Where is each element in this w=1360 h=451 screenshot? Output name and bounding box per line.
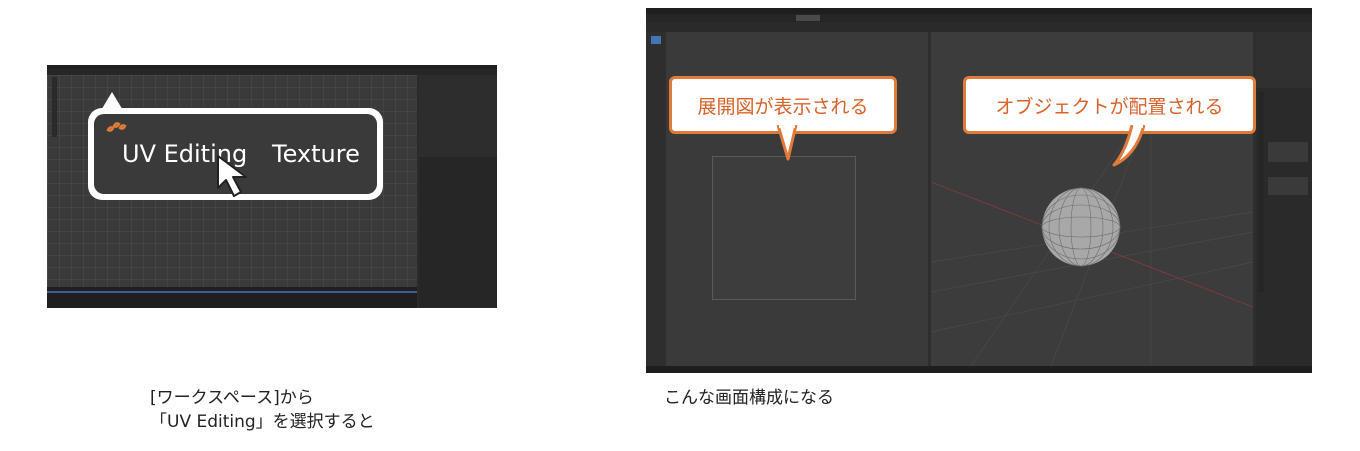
left-caption-line2: 「UV Editing」を選択すると: [150, 412, 375, 432]
uv-editing-tab-active[interactable]: [796, 15, 820, 21]
uv-toolbar: [648, 32, 664, 366]
right-blender-screenshot: [646, 8, 1312, 373]
texture-tab-label[interactable]: Texture: [272, 140, 360, 168]
object-callout-text: オブジェクトが配置される: [995, 95, 1224, 118]
properties-panel: [419, 157, 497, 307]
workspace-tab-callout: UV Editing Texture: [88, 108, 383, 200]
uv-callout-tail: [776, 125, 798, 161]
object-callout: オブジェクトが配置される: [963, 76, 1256, 134]
sphere-object[interactable]: [1041, 187, 1121, 267]
outliner: [419, 75, 497, 157]
right-caption: こんな画面構成になる: [664, 388, 834, 408]
uv-image-bounds: [712, 156, 856, 300]
header-bar: [646, 22, 1312, 32]
timeline: [47, 287, 417, 308]
object-callout-tail: [1112, 125, 1146, 167]
menu-bar: [646, 14, 1312, 22]
uv-maps-list: [1268, 142, 1308, 162]
shape-keys-list: [1268, 177, 1308, 195]
mouse-pointer-icon: [217, 155, 247, 197]
properties-panel: [1256, 32, 1312, 366]
status-bar: [646, 366, 1312, 373]
properties-tabs: [1258, 92, 1264, 292]
uv-layout-callout-text: 展開図が表示される: [697, 95, 869, 118]
outliner: [1256, 32, 1312, 88]
toolbar: [52, 77, 57, 137]
left-caption-line1: [ワークスペース]から: [150, 388, 314, 408]
